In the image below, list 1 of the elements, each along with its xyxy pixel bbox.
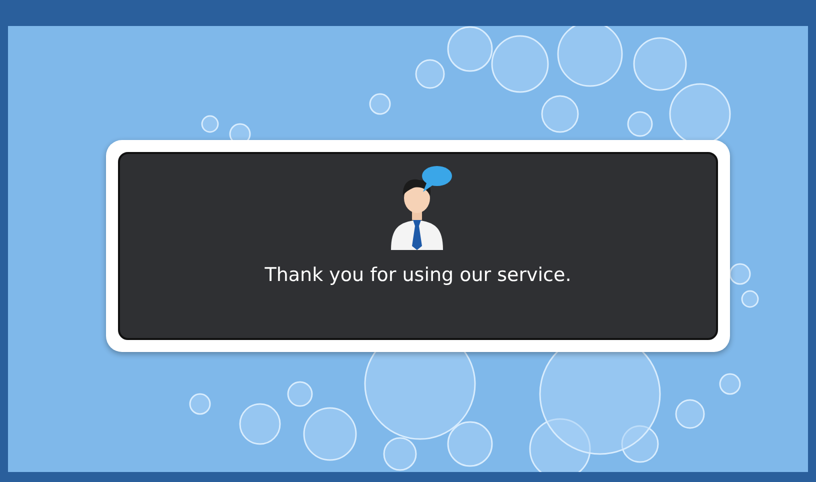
thank-you-message: Thank you for using our service. bbox=[264, 264, 572, 286]
